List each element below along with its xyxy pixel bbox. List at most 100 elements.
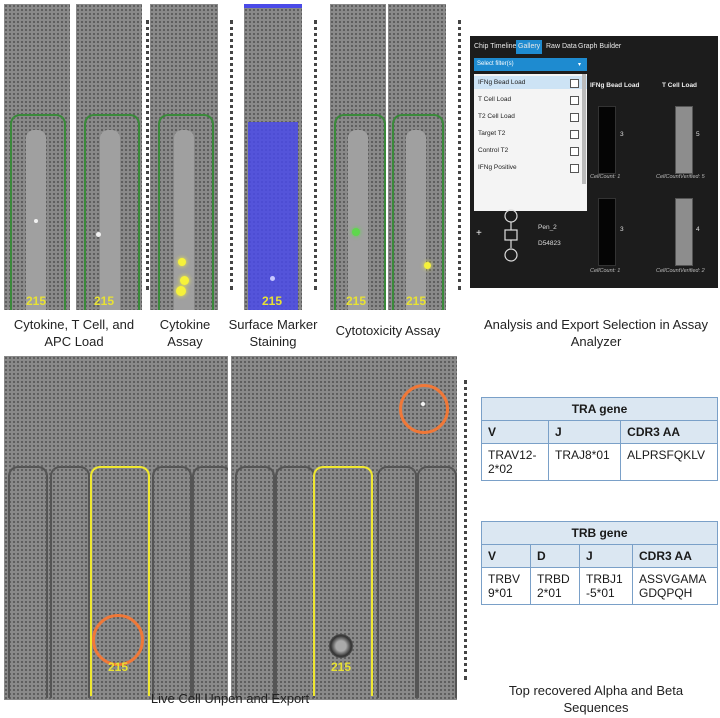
pen-outline: [235, 466, 275, 698]
trb-header-v: V: [481, 544, 531, 568]
orange-circle: [399, 384, 449, 434]
pen-outline: [275, 466, 315, 698]
cell-dot: [270, 276, 275, 281]
load-image-left: 215: [4, 4, 70, 310]
filter-item[interactable]: T Cell Load: [478, 96, 511, 103]
cytotox-image-right: 215: [388, 4, 446, 310]
tra-header-v: V: [481, 420, 549, 444]
caption-surface: Surface Marker Staining: [228, 317, 318, 349]
separator-dots: [458, 20, 461, 290]
tab-gallery[interactable]: Gallery: [516, 40, 543, 54]
filter-item[interactable]: Control T2: [478, 147, 508, 154]
pen-channel: [348, 130, 368, 310]
green-cell: [352, 228, 360, 236]
yellow-bead: [176, 286, 186, 296]
trb-title: TRB gene: [481, 521, 718, 545]
separator-dots: [230, 20, 233, 290]
pen-number-label: 215: [406, 294, 427, 308]
tra-header-cdr3: CDR3 AA: [620, 420, 718, 444]
surface-marker-image: 215: [244, 4, 302, 310]
pen-number-label: 215: [26, 294, 47, 308]
cytotox-image-left: 215: [330, 4, 386, 310]
chevron-down-icon[interactable]: ▾: [578, 61, 581, 68]
filter-checkbox[interactable]: [570, 164, 579, 173]
trb-header-j: J: [579, 544, 633, 568]
tab-graph-builder[interactable]: Graph Builder: [578, 40, 621, 54]
filter-checkbox[interactable]: [570, 113, 579, 122]
yellow-bead: [180, 276, 189, 285]
cell-dot: [421, 402, 425, 406]
col-header-ifng: IFNg Bead Load: [590, 82, 640, 89]
cytokine-image: [150, 4, 218, 310]
pen-channel: [406, 130, 426, 310]
pen-outline: [417, 466, 457, 698]
pen-channel: [100, 130, 120, 310]
trb-v-value: TRBV9*01: [481, 567, 531, 605]
trb-d-value: TRBD2*01: [530, 567, 580, 605]
tra-j-value: TRAJ8*01: [547, 443, 622, 481]
separator-dots: [464, 380, 467, 680]
thumb-ifng-2: [598, 198, 616, 266]
trb-table: TRB gene V D J CDR3 AA TRBV9*01 TRBD2*01…: [481, 521, 718, 605]
filter-checkbox[interactable]: [570, 130, 579, 139]
label-ifng-1: CellCount: 1: [590, 174, 621, 180]
filter-checkbox[interactable]: [570, 79, 579, 88]
pen-number-label: 215: [94, 294, 115, 308]
cell-dot: [34, 219, 38, 223]
thumb-tcell-1: [675, 106, 693, 174]
blue-stain-top: [244, 4, 302, 8]
trb-j-value: TRBJ1-5*01: [579, 567, 633, 605]
filter-item[interactable]: IFNg Bead Load: [478, 79, 525, 86]
chip-id: D54823: [538, 240, 561, 247]
cell-dot: [96, 232, 101, 237]
count-ifng-2: 3: [620, 226, 624, 233]
yellow-bead: [178, 258, 186, 266]
unpen-image-right: 215: [231, 356, 457, 700]
thumb-tcell-2: [675, 198, 693, 266]
assay-analyzer-panel: Chip Timeline Gallery Raw Data Graph Bui…: [470, 36, 718, 288]
plus-icon[interactable]: +: [476, 228, 482, 239]
trb-header-cdr3: CDR3 AA: [632, 544, 718, 568]
filter-item[interactable]: Target T2: [478, 130, 505, 137]
filter-select[interactable]: Select filter(s): [474, 58, 587, 71]
filter-item[interactable]: T2 Cell Load: [478, 113, 515, 120]
trb-cdr3-value: ASSVGAMAGDQPQH: [632, 567, 718, 605]
filter-list: IFNg Bead Load T Cell Load T2 Cell Load …: [474, 74, 587, 211]
pen-id: Pen_2: [538, 224, 557, 231]
filter-item[interactable]: IFNg Positive: [478, 164, 517, 171]
label-tcell-2: CellCountVerified: 2: [656, 268, 705, 274]
tra-v-value: TRAV12-2*02: [481, 443, 549, 481]
pen-outline: [377, 466, 417, 698]
unpen-image-left: 215: [4, 356, 228, 700]
pen-number-label: 215: [262, 294, 283, 308]
orange-circle: [92, 614, 144, 666]
pen-outline: [152, 466, 192, 698]
caption-load: Cytokine, T Cell, and APC Load: [13, 317, 135, 349]
pen-outline: [8, 466, 48, 698]
tab-raw-data[interactable]: Raw Data: [546, 40, 577, 54]
tra-title: TRA gene: [481, 397, 718, 421]
blue-stain-region: [248, 122, 298, 310]
yellow-cell: [424, 262, 431, 269]
count-tcell-1: 5: [696, 131, 700, 138]
caption-unpen: Live Cell Unpen and Export: [150, 691, 310, 706]
pen-outline: [192, 466, 228, 698]
pen-number-label: 215: [108, 660, 129, 674]
pen-outline: [50, 466, 90, 698]
filter-checkbox[interactable]: [570, 96, 579, 105]
separator-dots: [314, 20, 317, 290]
caption-sequences: Top recovered Alpha and Beta Sequences: [508, 683, 684, 715]
pen-number-label: 215: [331, 660, 352, 674]
filter-checkbox[interactable]: [570, 147, 579, 156]
tab-chip-timeline[interactable]: Chip Timeline: [474, 40, 516, 54]
separator-dots: [146, 20, 149, 290]
label-tcell-1: CellCountVerified: 5: [656, 174, 705, 180]
count-ifng-1: 3: [620, 131, 624, 138]
list-scrollbar[interactable]: [582, 74, 586, 184]
pen-schematic-icon: [504, 209, 518, 262]
bubble: [329, 634, 353, 658]
tra-table: TRA gene V J CDR3 AA TRAV12-2*02 TRAJ8*0…: [481, 397, 718, 481]
thumb-ifng-1: [598, 106, 616, 174]
caption-analysis: Analysis and Export Selection in Assay A…: [483, 317, 708, 349]
tra-header-j: J: [547, 420, 622, 444]
